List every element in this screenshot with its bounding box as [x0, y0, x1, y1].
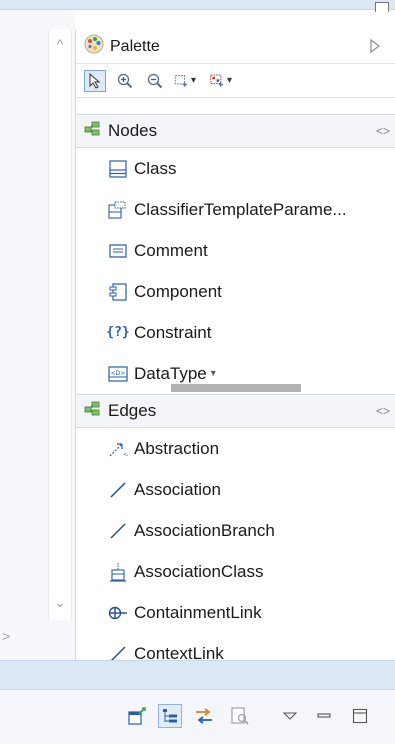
maximize-icon	[352, 708, 368, 724]
tree-icon	[163, 709, 177, 723]
palette-header[interactable]: Palette	[76, 30, 395, 64]
edges-drawer-label: Edges	[108, 401, 157, 420]
search-doc-icon	[231, 707, 249, 725]
svg-text:<A>: <A>	[123, 452, 128, 458]
class-icon	[108, 159, 128, 179]
palette-item-label: AssociationBranch	[134, 520, 275, 540]
connection-icon	[210, 74, 223, 87]
drag-handle[interactable]	[171, 384, 301, 392]
scroll-up-icon[interactable]: ^	[52, 37, 68, 51]
palette-item-label: Component	[134, 281, 222, 301]
top-strip	[0, 0, 395, 12]
datatype-icon: <D>	[108, 364, 128, 384]
pin-icon[interactable]: <>	[376, 404, 390, 418]
association-branch-line-icon	[108, 521, 128, 541]
drawer-icon	[84, 121, 100, 142]
palette-icon	[84, 34, 104, 59]
triangle-right-icon[interactable]	[369, 38, 383, 54]
palette-item-label: Comment	[134, 240, 208, 260]
pin-icon[interactable]: <>	[376, 124, 390, 138]
minimize-button[interactable]	[312, 704, 336, 728]
zoom-in-icon	[117, 73, 133, 88]
chevron-down-icon	[283, 712, 297, 720]
new-item-icon	[128, 707, 146, 725]
view-menu-button[interactable]	[278, 704, 302, 728]
maximize-button[interactable]	[348, 704, 372, 728]
new-item-button[interactable]	[125, 704, 149, 728]
nodes-drawer: Nodes <> Class ClassifierTemplateParame.…	[76, 114, 395, 394]
palette-item-association-branch[interactable]: AssociationBranch	[76, 510, 395, 551]
palette-item-constraint[interactable]: {?} Constraint	[76, 312, 395, 353]
containment-link-icon	[108, 603, 128, 623]
search-button[interactable]	[228, 704, 252, 728]
palette-item-label: Abstraction	[134, 438, 220, 458]
palette-item-abstraction[interactable]: <A> Abstraction	[76, 428, 395, 469]
scroll-down-icon[interactable]: ⌄	[52, 595, 68, 609]
edges-drawer-header[interactable]: Edges <>	[76, 394, 395, 428]
palette-item-label: Class	[134, 158, 177, 178]
palette-item-label: ContainmentLink	[134, 602, 262, 622]
window-corner-icon	[375, 2, 389, 12]
tree-view-button[interactable]	[158, 704, 182, 728]
association-class-icon	[108, 562, 128, 582]
palette-item-label: ClassifierTemplateParame...	[134, 199, 347, 219]
comment-icon	[108, 241, 128, 261]
bottom-toolbar	[0, 690, 395, 744]
template-parameter-icon	[108, 200, 128, 220]
dropdown-arrow-icon[interactable]: ▾	[227, 75, 232, 86]
palette-toolbar: ▾ ▾	[76, 64, 395, 98]
abstraction-icon: <A>	[108, 439, 128, 459]
palette-item-comment[interactable]: Comment	[76, 230, 395, 271]
scroll-right-icon[interactable]: >	[2, 628, 18, 644]
palette-panel: Palette ▾ ▾ Nodes <> Class ClassifierTem…	[75, 30, 395, 671]
zoom-out-tool[interactable]	[144, 70, 166, 92]
marquee-tool[interactable]: ▾	[174, 70, 196, 92]
dropdown-arrow-icon[interactable]: ▾	[191, 75, 196, 86]
palette-item-label: AssociationClass	[134, 561, 264, 581]
palette-item-class[interactable]: Class	[76, 148, 395, 189]
chevron-down-icon[interactable]: ▾	[211, 368, 216, 379]
component-icon	[108, 282, 128, 302]
palette-item-datatype[interactable]: <D> DataType ▾	[76, 353, 395, 394]
palette-item-label: Constraint	[134, 322, 212, 342]
palette-item-containment-link[interactable]: ContainmentLink	[76, 592, 395, 633]
marquee-icon	[174, 74, 187, 87]
edges-drawer: Edges <> <A> Abstraction Association	[76, 394, 395, 674]
vertical-scrollbar[interactable]	[48, 30, 72, 620]
palette-item-component[interactable]: Component	[76, 271, 395, 312]
drawer-icon	[84, 401, 100, 422]
palette-item-label: Association	[134, 479, 221, 499]
arrow-pointer-icon	[89, 72, 101, 89]
palette-title: Palette	[110, 37, 160, 55]
link-arrows-icon	[196, 708, 212, 724]
svg-text:<D>: <D>	[111, 370, 126, 377]
palette-item-association[interactable]: Association	[76, 469, 395, 510]
palette-item-classifier-template-parameter[interactable]: ClassifierTemplateParame...	[76, 189, 395, 230]
nodes-drawer-header[interactable]: Nodes <>	[76, 114, 395, 148]
zoom-in-tool[interactable]	[114, 70, 136, 92]
select-tool[interactable]	[84, 69, 106, 92]
zoom-out-icon	[147, 73, 163, 88]
connection-tool[interactable]: ▾	[210, 70, 232, 92]
link-editor-button[interactable]	[192, 704, 216, 728]
nodes-drawer-label: Nodes	[108, 121, 158, 140]
palette-item-label: DataType	[134, 363, 207, 383]
constraint-icon: {?}	[106, 325, 130, 340]
association-line-icon	[108, 480, 128, 500]
minimize-icon	[317, 713, 331, 718]
status-strip	[0, 660, 395, 690]
palette-item-association-class[interactable]: AssociationClass	[76, 551, 395, 592]
